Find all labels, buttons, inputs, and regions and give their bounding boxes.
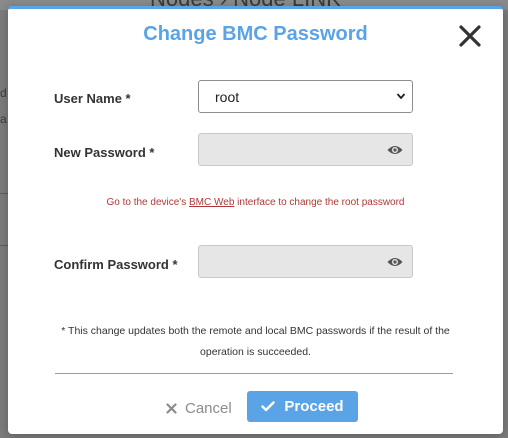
cancel-button[interactable]: Cancel — [166, 398, 232, 418]
change-bmc-password-dialog: Change BMC Password User Name * root New… — [8, 6, 503, 434]
footer-divider — [55, 373, 453, 374]
background-divider — [0, 245, 8, 246]
close-button[interactable] — [457, 23, 483, 49]
hint-text-after: interface to change the root password — [234, 197, 405, 208]
username-select[interactable]: root — [198, 80, 413, 113]
hint-text-before: Go to the device's — [106, 197, 189, 208]
background-text: a — [0, 112, 7, 126]
checkmark-icon — [261, 401, 276, 412]
close-icon — [459, 25, 481, 47]
confirm-password-label: Confirm Password * — [54, 257, 178, 272]
chevron-down-icon — [396, 93, 406, 99]
background-text: d — [0, 86, 7, 100]
new-password-field[interactable] — [198, 133, 413, 166]
eye-icon[interactable] — [387, 144, 403, 156]
close-icon — [166, 402, 177, 414]
username-label: User Name * — [54, 91, 131, 106]
confirm-password-field[interactable] — [198, 245, 413, 278]
proceed-label: Proceed — [284, 398, 344, 415]
dialog-title: Change BMC Password — [143, 23, 368, 45]
bmc-web-link[interactable]: BMC Web — [189, 197, 234, 208]
background-divider — [0, 193, 8, 194]
password-update-note: * This change updates both the remote an… — [61, 325, 450, 358]
cancel-label: Cancel — [185, 399, 232, 417]
username-selected-value: root — [215, 89, 240, 105]
eye-icon[interactable] — [387, 256, 403, 268]
bmc-web-hint: Go to the device's BMC Web interface to … — [8, 197, 503, 208]
new-password-label: New Password * — [54, 145, 155, 160]
proceed-button[interactable]: Proceed — [247, 391, 358, 422]
